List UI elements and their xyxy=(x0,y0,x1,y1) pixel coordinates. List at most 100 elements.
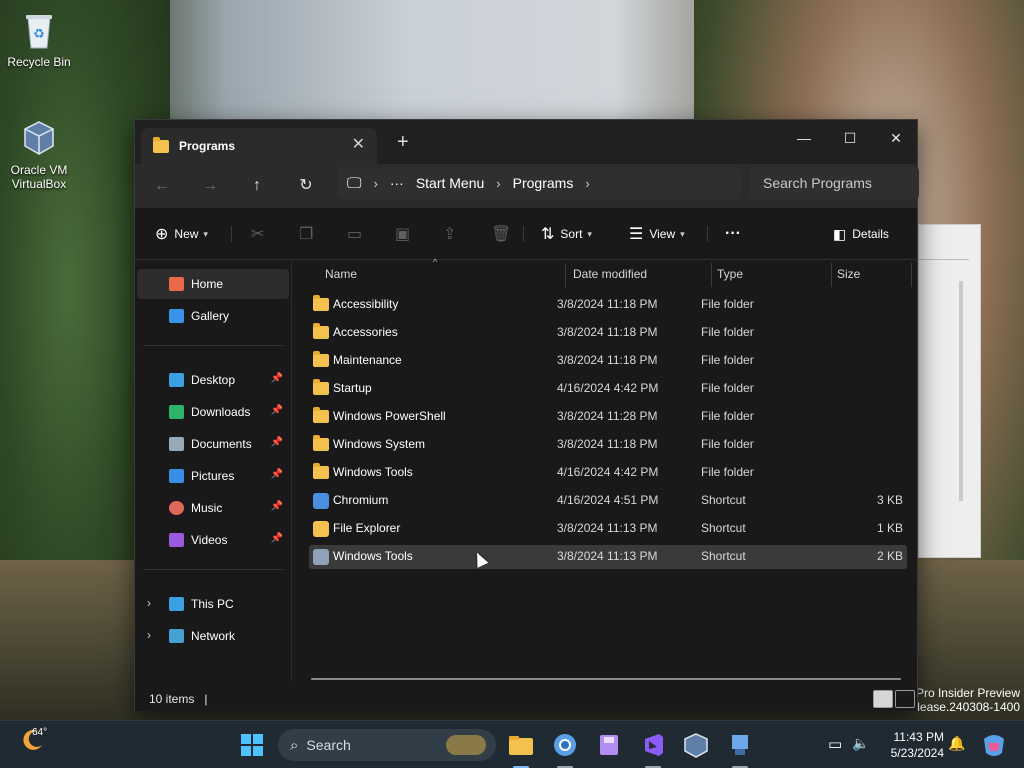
file-row[interactable]: Startup 4/16/2024 4:42 PM File folder xyxy=(309,377,907,401)
sort-button[interactable]: ⇅ Sort ▾ xyxy=(541,220,592,248)
desktop-icon xyxy=(169,373,184,387)
sidebar-item-gallery[interactable]: Gallery xyxy=(137,301,289,331)
file-row[interactable]: Maintenance 3/8/2024 11:18 PM File folder xyxy=(309,349,907,373)
column-separator[interactable] xyxy=(911,263,912,287)
system-tool-taskbar-icon[interactable] xyxy=(724,729,756,761)
file-row[interactable]: Windows Tools 4/16/2024 4:42 PM File folde… xyxy=(309,461,907,485)
address-bar[interactable]: 🖵 › ··· Start Menu › Programs › xyxy=(337,167,741,199)
clock-time: 11:43 PM xyxy=(893,730,944,744)
view-icon: ☰ xyxy=(629,226,644,243)
sidebar-item-network[interactable]: › Network xyxy=(137,621,289,651)
file-name: Windows Tools xyxy=(333,549,413,563)
refresh-button[interactable]: ↻ xyxy=(291,172,321,200)
paste-button[interactable]: ▭ xyxy=(347,220,368,248)
desktop-icon-label: Oracle VM VirtualBox xyxy=(10,163,68,191)
sidebar-item-label: This PC xyxy=(191,597,234,611)
column-header-size[interactable]: Size xyxy=(837,261,860,287)
column-header-name[interactable]: Name xyxy=(325,261,357,287)
system-clock[interactable]: 11:43 PM 5/23/2024 xyxy=(891,729,944,761)
new-tab-button[interactable]: + xyxy=(397,132,409,152)
search-input[interactable]: Search Programs xyxy=(749,167,919,199)
back-button[interactable]: ← xyxy=(147,172,177,200)
breadcrumb-separator[interactable]: › xyxy=(496,176,500,191)
file-row[interactable]: Chromium 4/16/2024 4:51 PM Shortcut 3 KB xyxy=(309,489,907,513)
file-row[interactable]: File Explorer 3/8/2024 11:13 PM Shortcut 1 … xyxy=(309,517,907,541)
forward-button[interactable]: → xyxy=(195,172,225,200)
chevron-down-icon: ▾ xyxy=(680,228,685,239)
sidebar-item-downloads[interactable]: Downloads 📌 xyxy=(137,397,289,427)
taskbar-search[interactable]: ⌕ Search xyxy=(278,729,496,761)
title-bar[interactable]: Programs ✕ + — ☐ ✕ xyxy=(135,120,917,164)
virtualbox-taskbar-icon[interactable] xyxy=(680,729,712,761)
breadcrumb-separator[interactable]: › xyxy=(585,176,589,191)
file-type: File folder xyxy=(701,409,754,423)
column-separator[interactable] xyxy=(831,263,832,287)
windows-start-icon[interactable] xyxy=(236,729,268,761)
command-bar: ⊕ New ▾ ✂ ❐ ▭ ▣ ⇪ 🗑 ⇅ Sort ▾ ☰ View ▾ ··… xyxy=(135,208,917,260)
close-button[interactable]: ✕ xyxy=(873,124,919,152)
file-size: 1 KB xyxy=(876,521,903,535)
cut-button[interactable]: ✂ xyxy=(251,220,270,248)
virtualbox-icon xyxy=(24,121,54,155)
sidebar-item-desktop[interactable]: Desktop 📌 xyxy=(137,365,289,395)
maximize-button[interactable]: ☐ xyxy=(827,124,873,152)
notification-bell-icon[interactable]: 🔔 xyxy=(948,735,965,752)
file-row[interactable]: Windows System 3/8/2024 11:18 PM File fold… xyxy=(309,433,907,457)
desktop-icon-recycle-bin[interactable]: ♻ Recycle Bin xyxy=(1,10,77,69)
column-separator[interactable] xyxy=(565,263,566,287)
file-name: Windows System xyxy=(333,437,426,451)
computer-icon[interactable]: 🖵 xyxy=(347,175,361,192)
more-options-button[interactable]: ··· xyxy=(725,220,741,248)
sidebar-item-music[interactable]: Music 📌 xyxy=(137,493,289,523)
home-icon xyxy=(169,277,184,291)
breadcrumb-start-menu[interactable]: Start Menu xyxy=(416,175,484,191)
tab-programs[interactable]: Programs ✕ xyxy=(141,128,377,164)
visual-studio-taskbar-icon[interactable] xyxy=(637,729,669,761)
file-row[interactable]: Windows Tools 3/8/2024 11:13 PM Shortcut 2 … xyxy=(309,545,907,569)
os-watermark: Pro Insider Preview elease.240308-1400 xyxy=(910,686,1020,714)
delete-icon: 🗑 xyxy=(491,226,512,243)
up-button[interactable]: ↑ xyxy=(242,172,272,200)
column-header-date[interactable]: Date modified xyxy=(573,261,647,287)
sidebar-item-this-pc[interactable]: › This PC xyxy=(137,589,289,619)
volume-tray-icon[interactable]: 🔈 xyxy=(852,735,869,752)
share-button[interactable]: ⇪ xyxy=(443,220,462,248)
chevron-down-icon: ▾ xyxy=(587,228,592,239)
breadcrumb-overflow[interactable]: ··· xyxy=(390,175,404,191)
tab-close-icon[interactable]: ✕ xyxy=(352,137,365,153)
file-row[interactable]: Windows PowerShell 3/8/2024 11:28 PM File … xyxy=(309,405,907,429)
sidebar-item-home[interactable]: Home xyxy=(137,269,289,299)
details-view-toggle[interactable] xyxy=(873,690,893,708)
desktop-icon-virtualbox[interactable]: Oracle VM VirtualBox xyxy=(1,104,77,205)
file-name: File Explorer xyxy=(333,521,401,535)
sidebar-item-documents[interactable]: Documents 📌 xyxy=(137,429,289,459)
background-window[interactable] xyxy=(918,224,981,558)
sidebar-item-pictures[interactable]: Pictures 📌 xyxy=(137,461,289,491)
details-button[interactable]: ◧ Details xyxy=(833,220,889,248)
horizontal-scrollbar[interactable] xyxy=(311,678,901,680)
network-tray-icon[interactable]: ▭ xyxy=(828,735,842,753)
view-button[interactable]: ☰ View ▾ xyxy=(629,220,685,248)
delete-button[interactable]: 🗑 xyxy=(491,220,517,248)
copilot-icon[interactable] xyxy=(978,729,1010,761)
desktop-icon-label: Recycle Bin xyxy=(7,55,71,69)
minimize-button[interactable]: — xyxy=(781,124,827,152)
tiles-view-toggle[interactable] xyxy=(895,690,915,708)
weather-widget[interactable]: 64° xyxy=(20,727,47,756)
breadcrumb-programs[interactable]: Programs xyxy=(513,175,574,191)
breadcrumb-separator[interactable]: › xyxy=(373,176,377,191)
new-button[interactable]: ⊕ New ▾ xyxy=(155,220,208,248)
column-header-type[interactable]: Type xyxy=(717,261,743,287)
file-explorer-window[interactable]: Programs ✕ + — ☐ ✕ ← → ↑ ↻ 🖵 › ··· Start… xyxy=(134,119,919,711)
file-row[interactable]: Accessibility 3/8/2024 11:18 PM File folde… xyxy=(309,293,907,317)
column-separator[interactable] xyxy=(711,263,712,287)
chevron-right-icon[interactable]: › xyxy=(147,628,151,642)
rename-button[interactable]: ▣ xyxy=(395,220,416,248)
file-explorer-taskbar-icon[interactable] xyxy=(505,729,537,761)
copy-button[interactable]: ❐ xyxy=(299,220,319,248)
chevron-right-icon[interactable]: › xyxy=(147,596,151,610)
floppy-app-taskbar-icon[interactable] xyxy=(593,729,625,761)
chromium-taskbar-icon[interactable] xyxy=(549,729,581,761)
file-row[interactable]: Accessories 3/8/2024 11:18 PM File folder xyxy=(309,321,907,345)
sidebar-item-videos[interactable]: Videos 📌 xyxy=(137,525,289,555)
